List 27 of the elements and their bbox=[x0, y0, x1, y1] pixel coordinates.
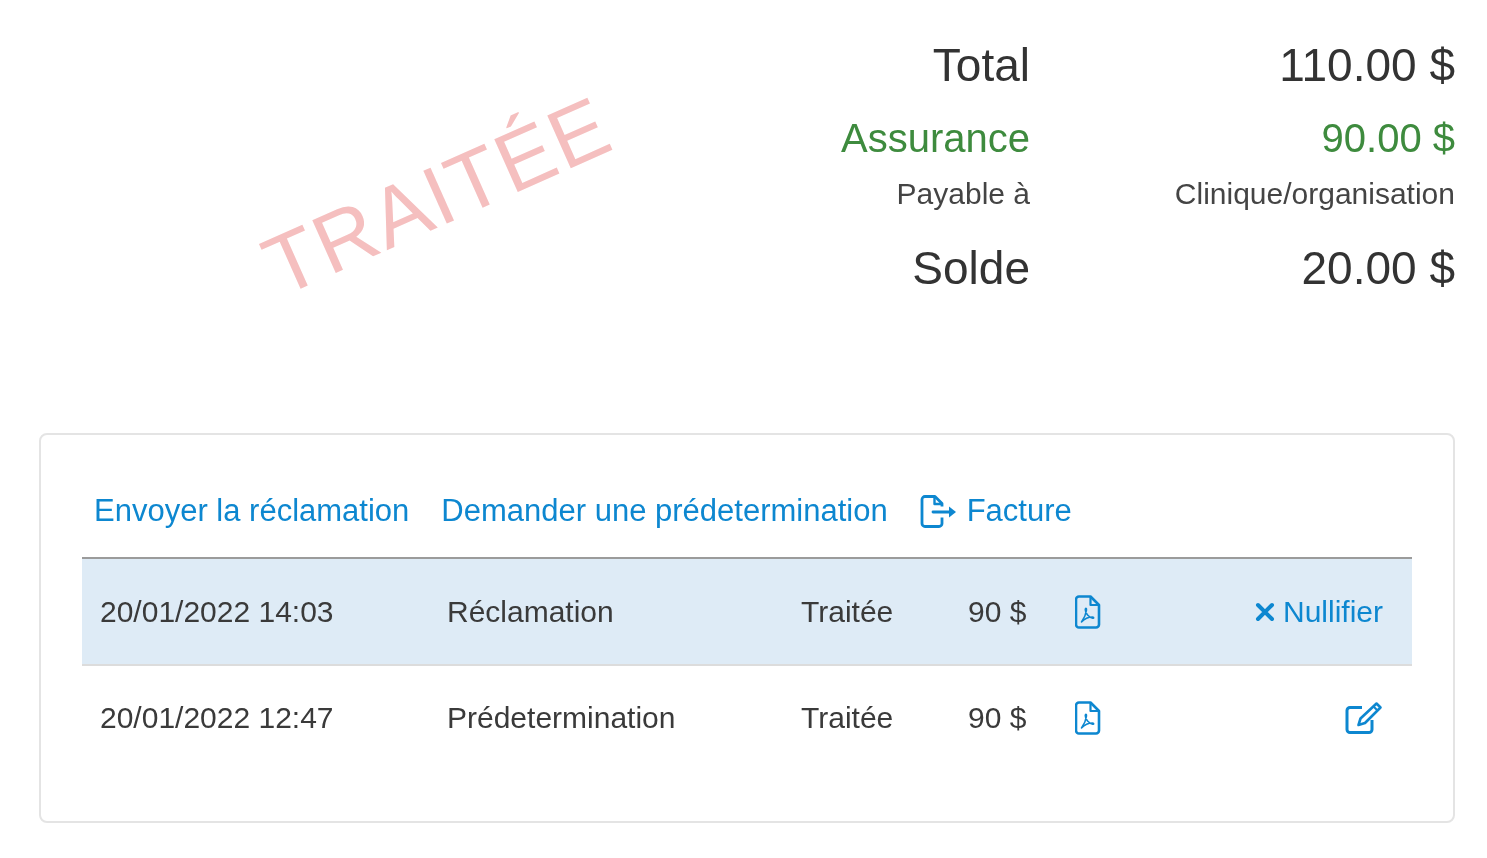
table-cell-text: 90 $ bbox=[968, 594, 1028, 629]
table-row[interactable]: 20/01/2022 12:47 Prédetermination Traitée 90 $ bbox=[82, 664, 1412, 769]
table-cell-text: 20/01/2022 12:47 bbox=[100, 700, 335, 735]
edit-icon[interactable] bbox=[1345, 700, 1383, 735]
total-amount: 110.00 $ bbox=[1279, 38, 1455, 92]
balance-label: Solde bbox=[912, 241, 1030, 295]
payable-to-label: Payable à bbox=[896, 177, 1030, 211]
table-cell-text: 90 $ bbox=[968, 700, 1028, 735]
table-cell-text: Réclamation bbox=[447, 594, 615, 629]
document-arrow-icon bbox=[919, 494, 958, 528]
table-cell-text: Traitée bbox=[801, 594, 895, 629]
pdf-file-icon[interactable] bbox=[1075, 700, 1101, 735]
nullify-link[interactable]: Nullifier bbox=[1254, 594, 1383, 629]
action-link[interactable]: Envoyer la réclamation bbox=[94, 493, 410, 529]
insurance-label: Assurance bbox=[841, 115, 1030, 161]
insurance-amount: 90.00 $ bbox=[1321, 115, 1455, 161]
action-link[interactable]: Demander une prédetermination bbox=[441, 493, 888, 529]
pdf-file-icon[interactable] bbox=[1075, 594, 1101, 629]
cross-icon bbox=[1254, 601, 1275, 622]
table-cell-text: Prédetermination bbox=[447, 700, 677, 735]
total-label: Total bbox=[932, 38, 1030, 92]
table-cell-text: Traitée bbox=[801, 700, 895, 735]
payable-to-value: Clinique/organisation bbox=[1174, 177, 1455, 211]
table-row[interactable]: 20/01/2022 14:03 Réclamation Traitée 90 $ Nullifier bbox=[82, 557, 1412, 664]
table-cell-text: 20/01/2022 14:03 bbox=[100, 594, 335, 629]
invoice-link[interactable]: Facture bbox=[919, 493, 1072, 529]
balance-amount: 20.00 $ bbox=[1301, 241, 1455, 295]
